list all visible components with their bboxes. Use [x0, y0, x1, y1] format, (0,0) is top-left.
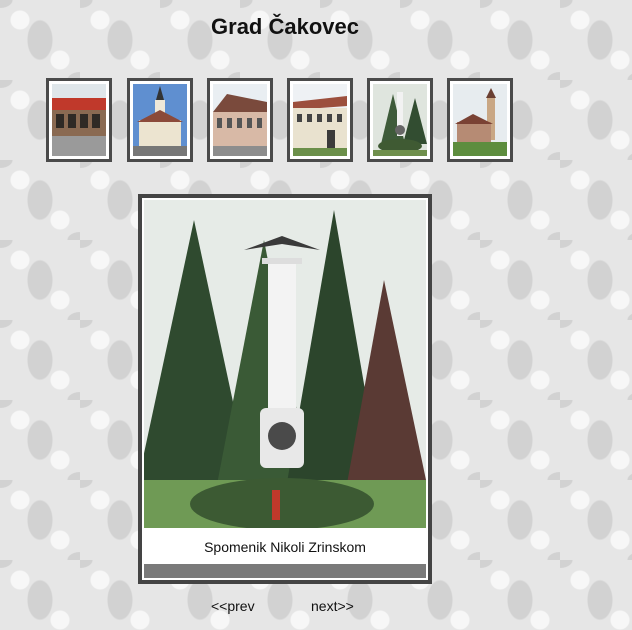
modern-building-photo [52, 84, 106, 156]
page-title: Grad Čakovec [211, 14, 359, 39]
prev-link[interactable]: <<prev [211, 598, 255, 614]
thumbnail-palace[interactable] [287, 78, 353, 162]
castle-photo [213, 84, 267, 156]
thumbnail-chapel[interactable] [447, 78, 513, 162]
monument-photo [373, 84, 427, 156]
chapel-photo [453, 84, 507, 156]
main-photo [144, 200, 426, 528]
thumbnail-monument[interactable] [367, 78, 433, 162]
thumbnail-castle[interactable] [207, 78, 273, 162]
next-link[interactable]: next>> [311, 598, 354, 614]
thumbnail-church[interactable] [127, 78, 193, 162]
thumbnail-modern-building[interactable] [46, 78, 112, 162]
main-image-frame: Spomenik Nikoli Zrinskom [138, 194, 432, 584]
church-photo [133, 84, 187, 156]
palace-photo [293, 84, 347, 156]
image-caption: Spomenik Nikoli Zrinskom [142, 530, 428, 564]
monument-photo [144, 200, 426, 528]
image-base-strip [144, 564, 426, 578]
